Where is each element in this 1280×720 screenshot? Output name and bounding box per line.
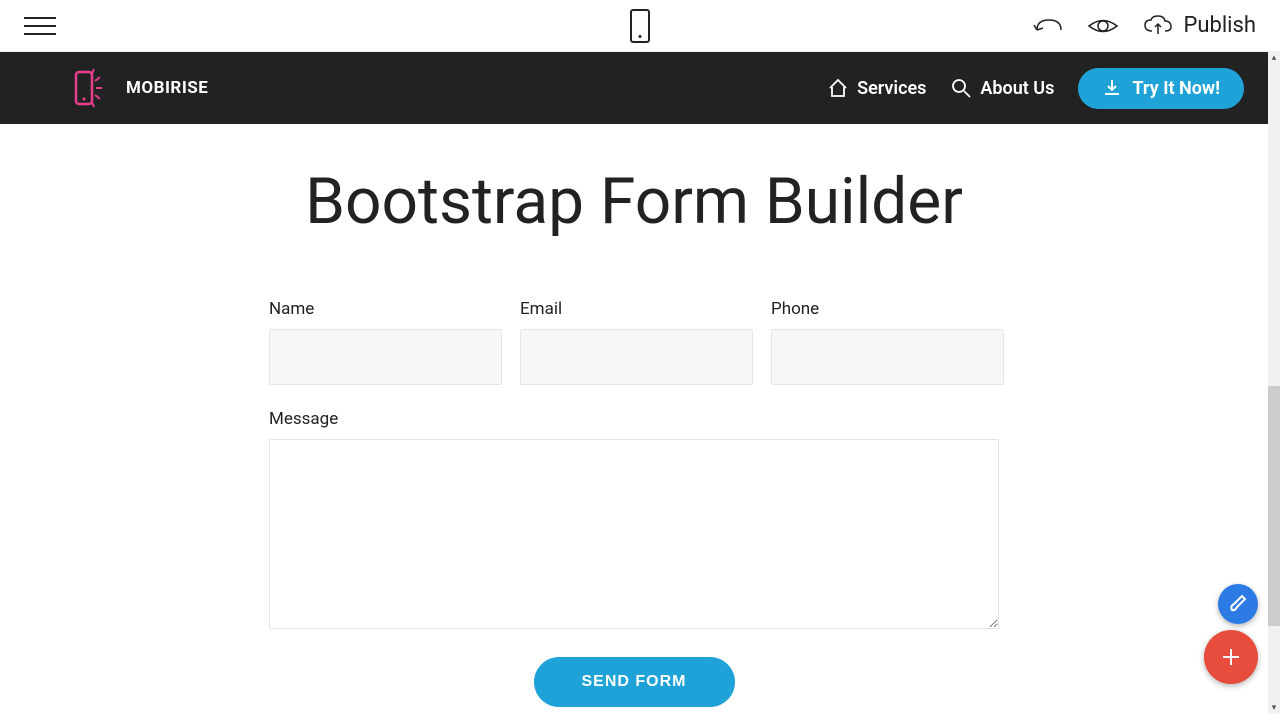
brand-text: MOBIRISE [126,78,208,98]
scroll-up-icon[interactable]: ▴ [1268,52,1280,64]
undo-icon[interactable] [1033,16,1063,36]
phone-input[interactable] [771,329,1004,385]
email-input[interactable] [520,329,753,385]
download-icon [1102,78,1122,98]
nav-about[interactable]: About Us [950,77,1054,99]
site-navbar: MOBIRISE Services About Us Try It Now! [0,52,1268,124]
email-label: Email [520,299,753,319]
mobile-device-icon[interactable] [630,9,650,43]
theme-fab[interactable] [1218,584,1258,624]
message-textarea[interactable] [269,439,999,629]
cta-button[interactable]: Try It Now! [1078,68,1244,109]
nav-services-label: Services [857,78,926,99]
scroll-thumb[interactable] [1268,386,1280,626]
menu-icon[interactable] [24,17,56,35]
preview-canvas: MOBIRISE Services About Us Try It Now! B… [0,52,1268,714]
name-input[interactable] [269,329,502,385]
preview-icon[interactable] [1087,15,1119,37]
message-label: Message [269,409,999,429]
contact-form: Name Email Phone Message SEND FORM [269,299,999,707]
scroll-down-icon[interactable]: ▾ [1268,702,1280,714]
name-label: Name [269,299,502,319]
plus-icon [1219,645,1243,669]
search-icon [950,77,972,99]
send-button[interactable]: SEND FORM [534,657,735,707]
brand-logo[interactable]: MOBIRISE [70,66,208,110]
publish-button[interactable]: Publish [1143,13,1256,38]
add-block-fab[interactable] [1204,630,1258,684]
home-icon [827,77,849,99]
brush-icon [1228,594,1248,614]
cloud-upload-icon [1143,14,1173,38]
nav-services[interactable]: Services [827,77,926,99]
nav-about-label: About Us [980,78,1054,99]
cta-label: Try It Now! [1132,78,1220,99]
phone-label: Phone [771,299,1004,319]
publish-label: Publish [1183,13,1256,38]
vertical-scrollbar[interactable]: ▴ ▾ [1268,52,1280,714]
page-title: Bootstrap Form Builder [0,164,1268,239]
brand-mark-icon [70,66,114,110]
app-topbar: Publish [0,0,1280,52]
